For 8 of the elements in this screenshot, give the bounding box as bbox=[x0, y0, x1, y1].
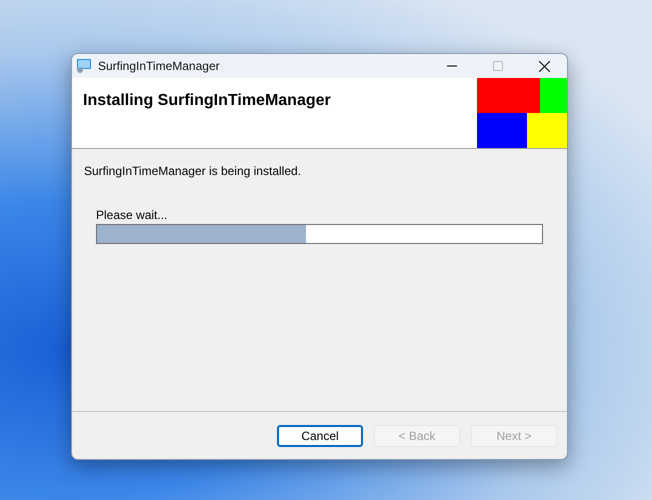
window-title: SurfingInTimeManager bbox=[98, 59, 221, 73]
maximize-icon bbox=[493, 61, 503, 71]
wizard-button[interactable]: Cancel bbox=[277, 424, 363, 446]
status-text: SurfingInTimeManager is being installed. bbox=[84, 164, 302, 178]
progress-label: Please wait... bbox=[96, 208, 168, 222]
banner-title: Installing SurfingInTimeManager bbox=[82, 91, 332, 111]
close-icon bbox=[538, 60, 550, 72]
installer-icon bbox=[76, 59, 92, 73]
